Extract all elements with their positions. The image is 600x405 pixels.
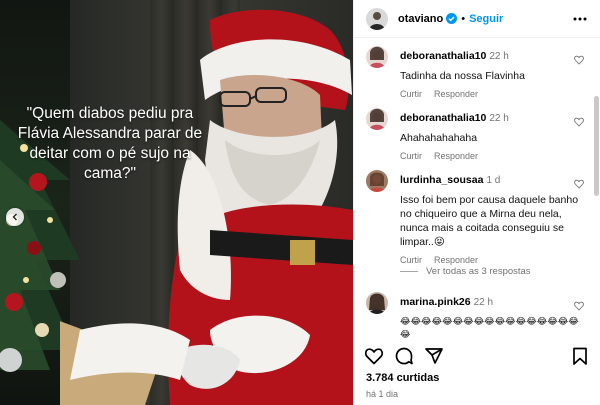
comment-username[interactable]: marina.pink26 bbox=[400, 296, 471, 308]
comments-list[interactable]: deboranathalia10 22 h Tadinha da nossa Fl… bbox=[354, 38, 600, 340]
post-media[interactable]: "Quem diabos pediu pra Flávia Alessandra… bbox=[0, 0, 353, 405]
comment-icon[interactable] bbox=[394, 346, 414, 366]
comment-text: Ahahahahahaha bbox=[400, 132, 478, 144]
view-replies-divider bbox=[400, 271, 418, 272]
reply-link[interactable]: Responder bbox=[434, 89, 478, 99]
commenter-avatar[interactable] bbox=[366, 292, 388, 314]
author-username[interactable]: otaviano bbox=[398, 13, 443, 25]
share-icon[interactable] bbox=[424, 346, 444, 366]
heart-icon[interactable] bbox=[364, 346, 384, 366]
comment-text: Isso foi bem por causa daquele banho no … bbox=[400, 194, 579, 248]
comment-time: 22 h bbox=[489, 113, 509, 124]
like-comment-link[interactable]: Curtir bbox=[400, 151, 422, 161]
header-separator: • bbox=[461, 12, 466, 25]
comment-time: 22 h bbox=[489, 51, 509, 62]
more-options-icon bbox=[573, 17, 587, 21]
view-replies-link[interactable]: Ver todas as 3 respostas bbox=[400, 266, 531, 277]
verified-badge-icon bbox=[446, 13, 458, 24]
view-replies-label: Ver todas as 3 respostas bbox=[426, 266, 531, 277]
comment-text: Tadinha da nossa Flavinha bbox=[400, 70, 525, 82]
reply-link[interactable]: Responder bbox=[434, 255, 478, 265]
post-header: otaviano • Seguir bbox=[354, 0, 600, 38]
commenter-avatar[interactable] bbox=[366, 170, 388, 192]
carousel-prev-button[interactable] bbox=[6, 208, 24, 226]
like-comment-link[interactable]: Curtir bbox=[400, 255, 422, 265]
santa-illustration bbox=[60, 9, 353, 405]
comment-time: 22 h bbox=[473, 297, 494, 308]
comment-heart-icon[interactable] bbox=[574, 301, 584, 311]
comment-heart-icon[interactable] bbox=[574, 117, 584, 127]
comment-username[interactable]: deboranathalia10 bbox=[400, 50, 486, 62]
comment-time: 1 d bbox=[486, 175, 501, 186]
post-side-panel: otaviano • Seguir deboranathalia10 22 h T… bbox=[353, 0, 600, 405]
comment-heart-icon[interactable] bbox=[574, 55, 584, 65]
post-caption-overlay: "Quem diabos pediu pra Flávia Alessandra… bbox=[17, 105, 203, 182]
comment-heart-icon[interactable] bbox=[574, 179, 584, 189]
comment-username[interactable]: lurdinha_sousaa bbox=[400, 174, 483, 186]
like-comment-link[interactable]: Curtir bbox=[400, 89, 422, 99]
comments-scrollbar[interactable] bbox=[594, 96, 599, 196]
commenter-avatar[interactable] bbox=[366, 46, 388, 68]
follow-button[interactable]: Seguir bbox=[469, 13, 503, 25]
reply-link[interactable]: Responder bbox=[434, 151, 478, 161]
chevron-left-icon bbox=[12, 213, 17, 221]
comment-text: 😂😂😂😂😂😂😂😂😂😂😂😂😂😂😂😂😂😂 bbox=[400, 316, 579, 339]
comment-username[interactable]: deboranathalia10 bbox=[400, 112, 486, 124]
commenter-avatar[interactable] bbox=[366, 108, 388, 130]
likes-count[interactable]: 3.784 curtidas bbox=[366, 372, 439, 384]
more-options-button[interactable] bbox=[573, 12, 587, 26]
author-avatar[interactable] bbox=[366, 7, 388, 30]
post-actions-bar bbox=[354, 340, 600, 370]
bookmark-icon[interactable] bbox=[570, 346, 590, 366]
post-timestamp[interactable]: há 1 dia bbox=[366, 389, 398, 399]
